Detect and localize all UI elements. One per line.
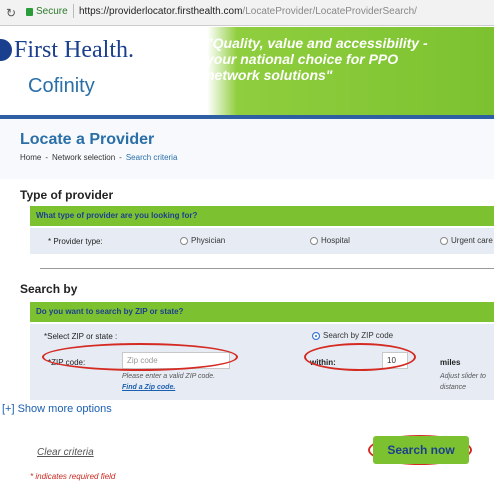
- provider-type-row: * Provider type: Physician Hospital Urge…: [30, 228, 494, 254]
- search-by-section-title: Search by: [20, 282, 78, 296]
- search-by-question: Do you want to search by ZIP or state?: [36, 307, 184, 316]
- radio-physician-dot[interactable]: [180, 236, 188, 245]
- slider-hint-line2: distance: [440, 384, 467, 391]
- radio-search-by-zip-label: Search by ZIP code: [323, 331, 394, 340]
- provider-type-label: * Provider type:: [48, 237, 103, 246]
- breadcrumb: Home - Network selection - Search criteria: [20, 153, 178, 162]
- url-text[interactable]: https://providerlocator.firsthealth.com/…: [79, 6, 417, 17]
- brand-cofinity: Cofinity: [28, 75, 95, 97]
- radio-hospital-dot[interactable]: [310, 236, 318, 245]
- find-zip-link[interactable]: Find a Zip code.: [122, 384, 175, 391]
- radio-physician[interactable]: Physician: [180, 236, 225, 245]
- section-divider: [40, 268, 494, 269]
- radio-hospital[interactable]: Hospital: [310, 236, 350, 245]
- provider-type-question: What type of provider are you looking fo…: [36, 211, 198, 220]
- slider-hint-line1: Adjust slider to: [440, 373, 486, 380]
- reload-icon[interactable]: ↻: [6, 6, 16, 20]
- url-host: https://providerlocator.firsthealth.com: [79, 6, 243, 17]
- annotation-ellipse-zip: [42, 343, 238, 371]
- search-now-button[interactable]: Search now: [373, 436, 469, 464]
- radio-search-by-zip-dot[interactable]: [312, 331, 320, 340]
- miles-label: miles: [440, 358, 461, 367]
- zip-hint: Please enter a valid ZIP code.: [122, 373, 216, 380]
- breadcrumb-home[interactable]: Home: [20, 153, 41, 162]
- radio-urgent-care[interactable]: Urgent care: [440, 236, 493, 245]
- breadcrumb-search-criteria: Search criteria: [125, 153, 178, 162]
- provider-type-question-bar: What type of provider are you looking fo…: [30, 206, 494, 226]
- header-banner: First Health. Cofinity "Quality, value a…: [0, 27, 494, 115]
- clear-criteria-link[interactable]: Clear criteria: [37, 447, 94, 458]
- select-zip-or-state-label: *Select ZIP or state :: [44, 332, 118, 341]
- title-area: Locate a Provider Home - Network selection…: [0, 119, 494, 179]
- radio-physician-label: Physician: [191, 236, 226, 245]
- radio-search-by-zip[interactable]: Search by ZIP code: [312, 331, 393, 340]
- url-separator: [73, 4, 74, 18]
- radio-urgent-care-dot[interactable]: [440, 236, 448, 245]
- radio-urgent-care-label: Urgent care: [451, 236, 493, 245]
- page-title: Locate a Provider: [20, 131, 155, 148]
- browser-address-bar[interactable]: ↻ Secure https://providerlocator.firsthe…: [0, 0, 494, 26]
- brand-logo-mark: [0, 39, 12, 61]
- secure-label: Secure: [36, 6, 68, 17]
- annotation-ellipse-within: [304, 343, 416, 371]
- brand-first-health: First Health.: [14, 37, 134, 63]
- required-field-note: * indicates required field: [30, 472, 116, 481]
- tagline: "Quality, value and accessibility - your…: [206, 35, 428, 83]
- breadcrumb-network-selection[interactable]: Network selection: [52, 153, 115, 162]
- show-more-options-link[interactable]: [+] Show more options: [2, 403, 112, 415]
- lock-icon: [26, 8, 33, 16]
- search-by-question-bar: Do you want to search by ZIP or state?: [30, 302, 494, 322]
- provider-type-section-title: Type of provider: [20, 188, 114, 202]
- url-path: /LocateProvider/LocateProviderSearch/: [242, 6, 417, 17]
- radio-hospital-label: Hospital: [321, 236, 350, 245]
